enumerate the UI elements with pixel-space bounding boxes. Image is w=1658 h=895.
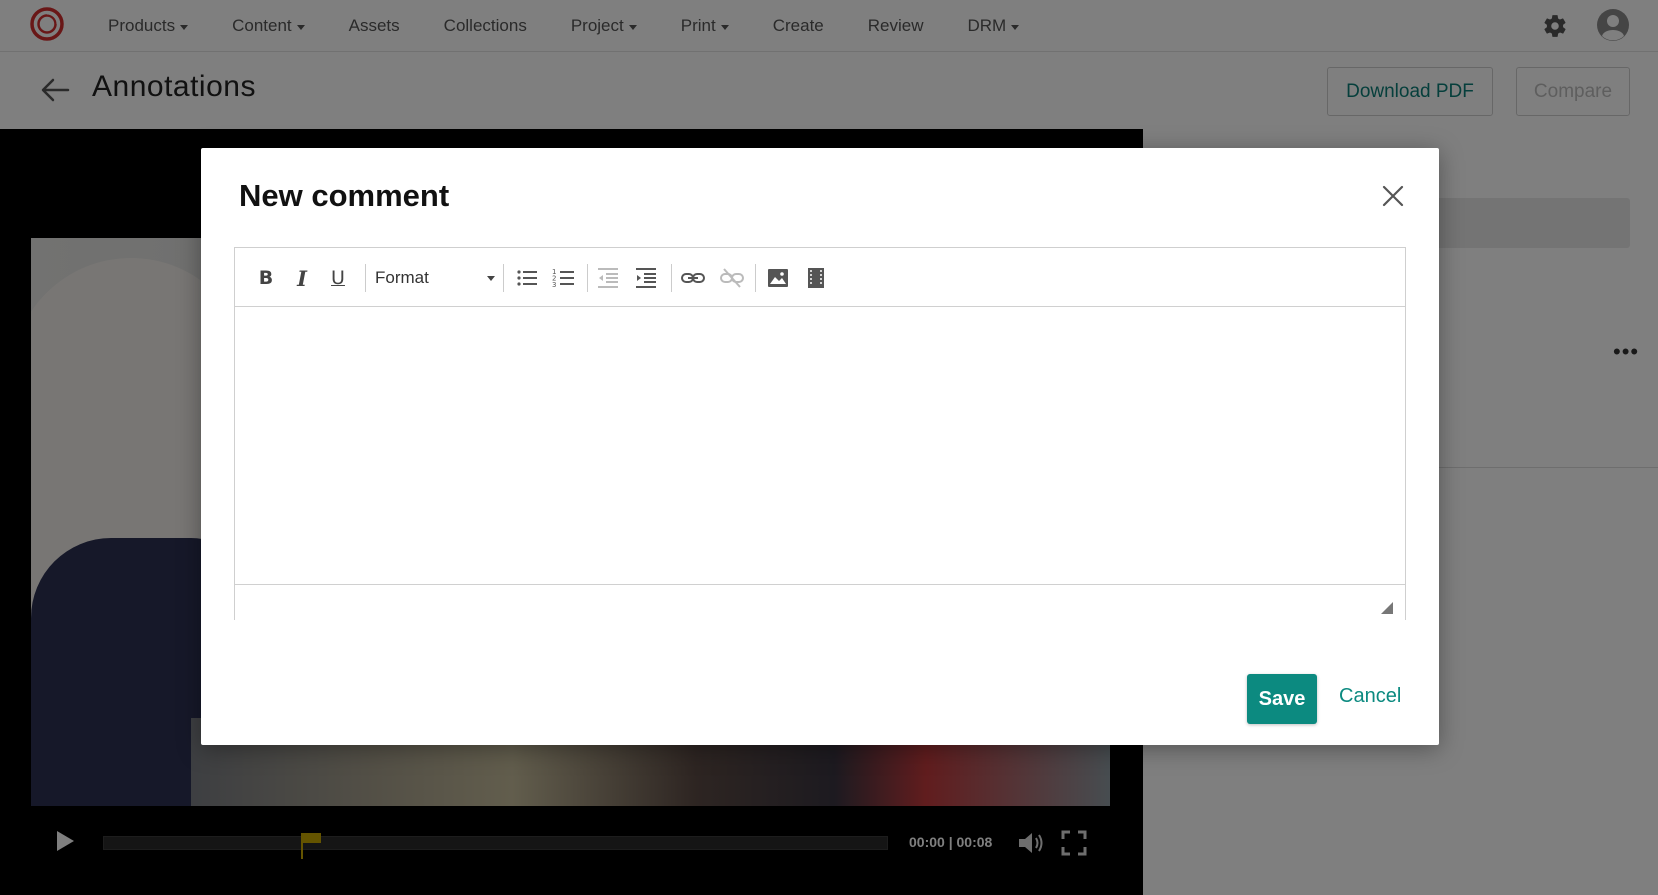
svg-text:3: 3 bbox=[552, 281, 556, 289]
rich-text-editor: B I U Format 1 2 3 bbox=[234, 247, 1406, 620]
toolbar-divider bbox=[671, 264, 672, 292]
dialog-title: New comment bbox=[239, 178, 450, 213]
comment-content-area[interactable] bbox=[235, 308, 1405, 584]
underline-button[interactable]: U bbox=[325, 265, 351, 291]
editor-statusbar bbox=[235, 584, 1405, 620]
insert-image-icon[interactable] bbox=[765, 265, 791, 291]
toolbar-divider bbox=[755, 264, 756, 292]
italic-button[interactable]: I bbox=[289, 265, 315, 291]
numbered-list-icon[interactable]: 1 2 3 bbox=[551, 265, 577, 291]
chevron-down-icon bbox=[487, 276, 495, 281]
format-dropdown-label: Format bbox=[375, 268, 429, 287]
toolbar-divider bbox=[365, 264, 366, 292]
unlink-icon[interactable] bbox=[719, 265, 745, 291]
resize-handle-icon[interactable] bbox=[1381, 602, 1393, 614]
format-dropdown[interactable]: Format bbox=[375, 265, 503, 291]
new-comment-dialog: New comment B I U Format 1 2 3 Save Canc… bbox=[201, 148, 1439, 745]
close-icon[interactable] bbox=[1381, 184, 1405, 208]
outdent-icon[interactable] bbox=[595, 265, 621, 291]
insert-video-icon[interactable] bbox=[803, 265, 829, 291]
cancel-button[interactable]: Cancel bbox=[1339, 685, 1401, 708]
toolbar-divider bbox=[587, 264, 588, 292]
indent-icon[interactable] bbox=[633, 265, 659, 291]
bold-button[interactable]: B bbox=[253, 265, 279, 291]
link-icon[interactable] bbox=[680, 265, 706, 291]
toolbar-divider bbox=[503, 264, 504, 292]
save-button[interactable]: Save bbox=[1247, 674, 1317, 724]
bulleted-list-icon[interactable] bbox=[514, 265, 540, 291]
editor-toolbar: B I U Format 1 2 3 bbox=[235, 248, 1405, 307]
